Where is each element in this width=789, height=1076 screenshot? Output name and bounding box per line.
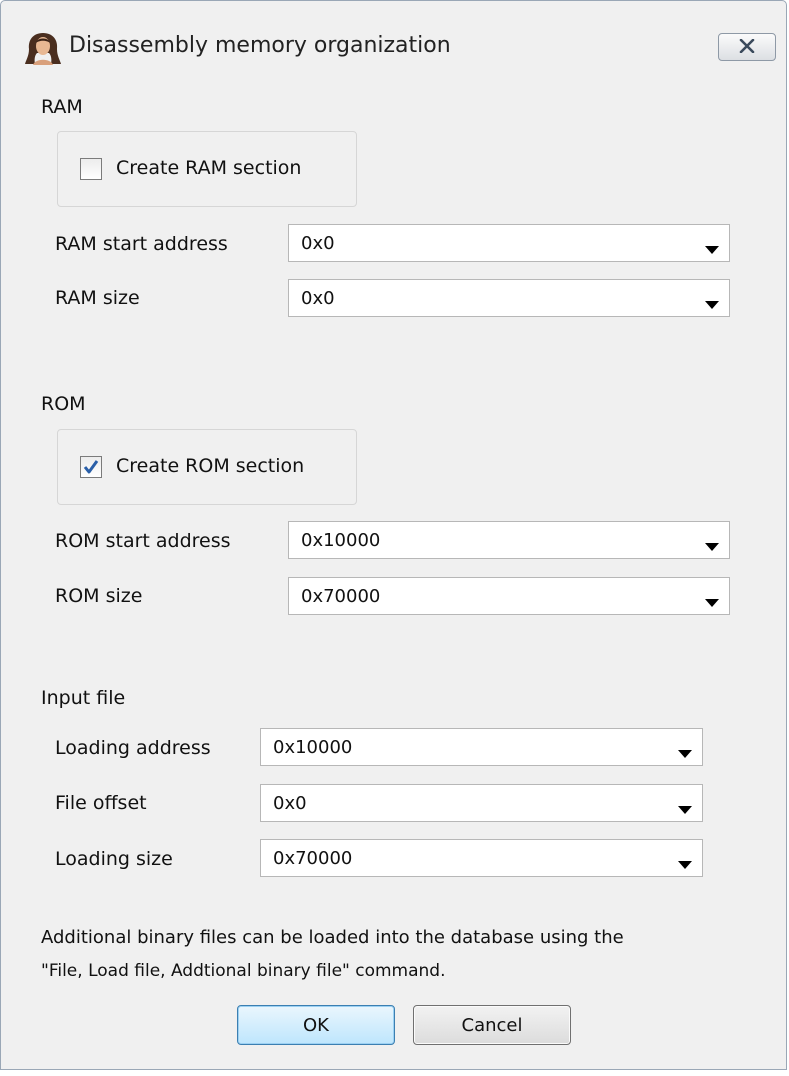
cancel-button[interactable]: Cancel: [413, 1005, 571, 1045]
close-button[interactable]: [718, 33, 776, 61]
file-offset-combo[interactable]: 0x0: [260, 784, 703, 822]
file-offset-value: 0x0: [273, 793, 307, 814]
close-icon: [738, 38, 756, 57]
loading-address-combo[interactable]: 0x10000: [260, 728, 703, 766]
rom-section-label: ROM: [41, 393, 86, 415]
woman-portrait-icon: [23, 31, 63, 67]
ram-start-address-label: RAM start address: [55, 233, 228, 255]
ram-size-value: 0x0: [301, 288, 335, 309]
ram-section-label: RAM: [41, 96, 83, 118]
ram-size-label: RAM size: [55, 287, 140, 309]
title-bar[interactable]: Disassembly memory organization: [1, 1, 786, 85]
loading-size-label: Loading size: [55, 848, 173, 870]
dialog-window: Disassembly memory organization RAM Crea…: [0, 0, 787, 1070]
window-title: Disassembly memory organization: [69, 33, 451, 58]
rom-size-label: ROM size: [55, 585, 143, 607]
note-line-1: Additional binary files can be loaded in…: [41, 927, 624, 948]
loading-size-value: 0x70000: [273, 848, 353, 869]
create-ram-group: Create RAM section: [57, 131, 357, 207]
check-mark-icon: [82, 458, 100, 480]
input-file-section-label: Input file: [41, 687, 126, 709]
loading-address-label: Loading address: [55, 737, 211, 759]
rom-size-value: 0x70000: [301, 586, 381, 607]
triangle-down-icon: [705, 239, 719, 258]
create-rom-label[interactable]: Create ROM section: [116, 455, 304, 477]
triangle-down-icon: [705, 592, 719, 611]
rom-size-combo[interactable]: 0x70000: [288, 577, 730, 615]
ok-button[interactable]: OK: [237, 1005, 395, 1045]
create-ram-checkbox[interactable]: [80, 158, 102, 180]
loading-size-combo[interactable]: 0x70000: [260, 839, 703, 877]
triangle-down-icon: [705, 536, 719, 555]
rom-start-address-label: ROM start address: [55, 530, 231, 552]
note-line-2: "File, Load file, Addtional binary file"…: [41, 961, 446, 981]
create-ram-label[interactable]: Create RAM section: [116, 157, 301, 179]
rom-start-address-combo[interactable]: 0x10000: [288, 521, 730, 559]
create-rom-group: Create ROM section: [57, 429, 357, 505]
loading-address-value: 0x10000: [273, 737, 353, 758]
triangle-down-icon: [678, 743, 692, 762]
triangle-down-icon: [678, 799, 692, 818]
file-offset-label: File offset: [55, 792, 147, 814]
triangle-down-icon: [678, 854, 692, 873]
ram-start-address-combo[interactable]: 0x0: [288, 224, 730, 262]
rom-start-address-value: 0x10000: [301, 530, 381, 551]
ram-start-address-value: 0x0: [301, 233, 335, 254]
create-rom-checkbox[interactable]: [80, 456, 102, 478]
triangle-down-icon: [705, 294, 719, 313]
ram-size-combo[interactable]: 0x0: [288, 279, 730, 317]
